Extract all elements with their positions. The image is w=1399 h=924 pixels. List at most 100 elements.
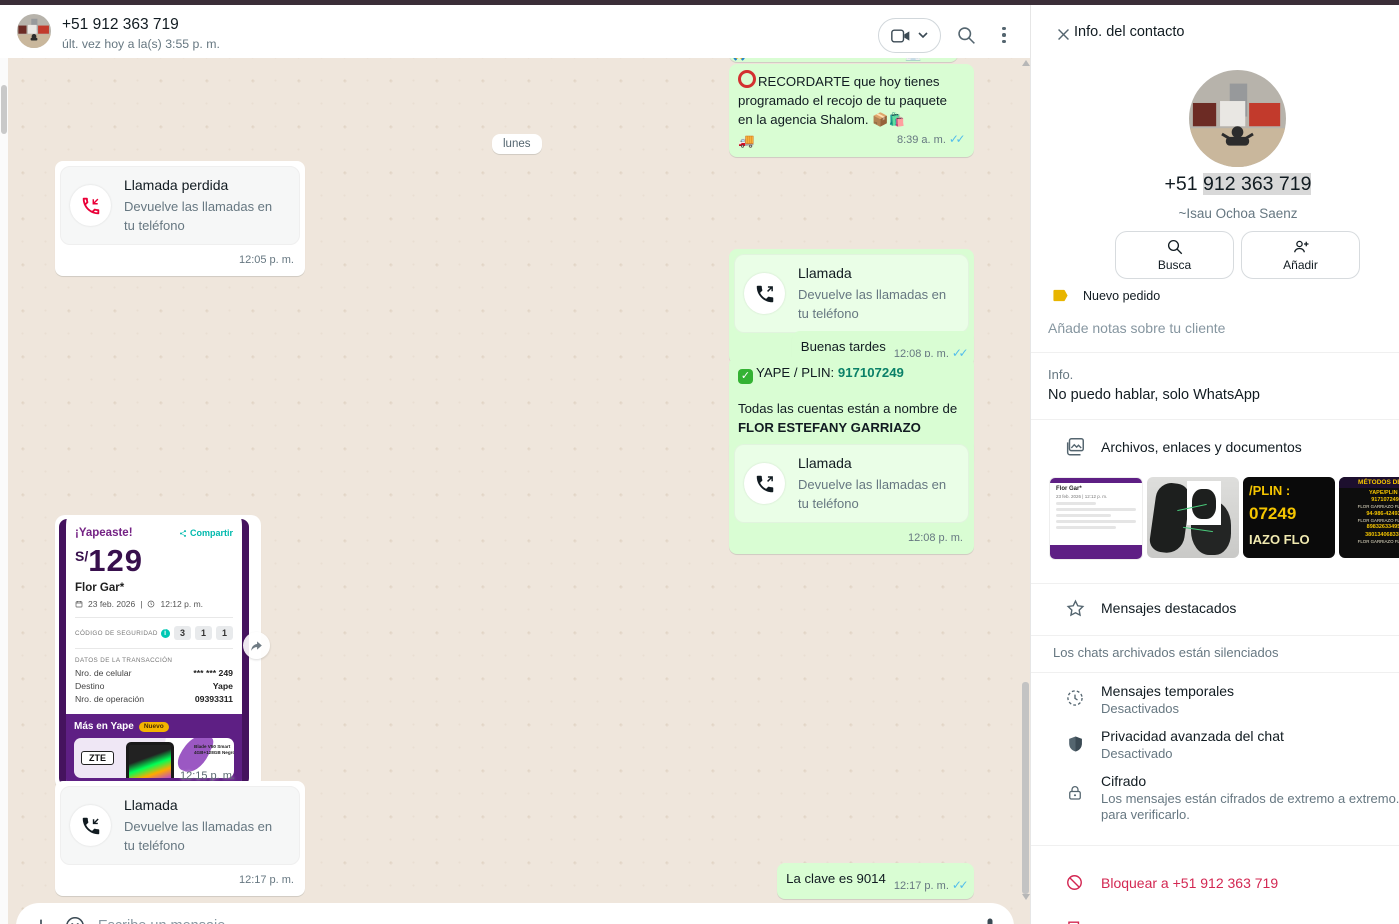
call-title: Llamada xyxy=(124,796,283,815)
yape-date: 23 feb. 2026 xyxy=(88,599,135,609)
share-icon xyxy=(179,529,187,538)
tx-key: Nro. de operación xyxy=(75,694,144,704)
video-call-button[interactable] xyxy=(878,18,941,53)
block-contact-row[interactable]: Bloquear a +51 912 363 719 xyxy=(1101,875,1278,891)
red-circle-emoji xyxy=(738,70,756,88)
call-subtitle: Devuelve las llamadas en tu teléfono xyxy=(124,197,283,235)
phone-selected-text: 912 363 719 xyxy=(1203,173,1311,195)
search-contact-button[interactable]: Busca xyxy=(1115,231,1234,279)
missed-call-icon xyxy=(70,185,111,226)
incoming-call-icon xyxy=(70,805,111,846)
info-heading: Info. xyxy=(1048,367,1073,382)
panel-title: Info. del contacto xyxy=(1074,24,1184,40)
disappearing-messages-icon xyxy=(1063,686,1087,710)
call-title: Llamada xyxy=(798,454,952,473)
zte-logo: ZTE xyxy=(81,751,114,765)
yape-amount: 129 xyxy=(88,543,143,578)
person-add-icon xyxy=(1291,238,1311,256)
outgoing-call-icon xyxy=(744,273,785,314)
disappearing-messages-title[interactable]: Mensajes temporales xyxy=(1101,683,1234,699)
forward-message-button[interactable] xyxy=(243,632,270,659)
thumb-text: 23 feb. 2026 | 12:12 p. m. xyxy=(1056,494,1136,499)
tx-key: Destino xyxy=(75,681,104,691)
message-time: 12:17 p. m. xyxy=(239,874,294,886)
message-time: 12:05 p. m. xyxy=(239,254,294,266)
call-subtitle: Devuelve las llamadas en tu teléfono xyxy=(124,817,283,855)
mic-icon[interactable] xyxy=(980,915,1000,924)
chat-header: +51 912 363 719 últ. vez hoy a la(s) 3:5… xyxy=(0,5,1030,58)
media-section-title[interactable]: Archivos, enlaces y documentos xyxy=(1101,439,1302,455)
security-digit: 3 xyxy=(174,626,191,640)
thumb-text: 94-986-424936 xyxy=(1339,511,1399,517)
media-files-icon xyxy=(1063,435,1087,459)
attach-plus-icon[interactable] xyxy=(30,915,52,924)
message-input-bar: Escribe un mensaje xyxy=(16,903,1014,924)
message-text: La clave es 9014 xyxy=(786,871,886,886)
contact-profile-photo[interactable] xyxy=(1189,70,1286,167)
thumb-text: 3801340683308 xyxy=(1339,532,1399,538)
disappearing-messages-status: Desactivados xyxy=(1101,701,1179,716)
close-icon xyxy=(1055,26,1072,43)
starred-messages-row[interactable]: Mensajes destacados xyxy=(1101,600,1236,616)
chat-contact-status: últ. vez hoy a la(s) 3:55 p. m. xyxy=(62,37,220,51)
package-emoji: 📦🛍️ xyxy=(872,112,905,127)
missed-call-message[interactable]: Llamada perdida Devuelve las llamadas en… xyxy=(55,161,305,276)
message-text: Buenas tardes xyxy=(801,339,886,354)
message-bubble-out[interactable]: RECORDARTE que hoy tienes programado el … xyxy=(729,64,974,157)
plin-number[interactable]: 917107249 xyxy=(838,365,904,380)
media-thumb-payment-methods[interactable]: MÉTODOS DE PA YAPE/PLIN : 917107249 FLOR… xyxy=(1339,477,1399,558)
phone-product-image xyxy=(126,742,174,778)
product-name: Blade V50 Smart 4GB+128GB Negro xyxy=(194,744,234,755)
archived-chats-note: Los chats archivados están silenciados xyxy=(1053,645,1278,660)
advanced-privacy-icon xyxy=(1063,732,1087,756)
thumb-text: FLOR GARRIAZO FLORES xyxy=(1339,504,1399,509)
check-emoji: ✓ xyxy=(738,369,753,384)
call-title: Llamada xyxy=(798,264,952,283)
message-text: RECORDARTE que hoy tienes programado el … xyxy=(738,74,947,127)
phone-prefix: +51 xyxy=(1165,173,1204,195)
thumb-text: MÉTODOS DE PA xyxy=(1339,477,1399,488)
call-message[interactable]: Llamada Devuelve las llamadas en tu telé… xyxy=(55,781,305,896)
scroll-up-arrow[interactable] xyxy=(1022,60,1030,66)
message-text: YAPE / PLIN: xyxy=(756,365,834,380)
thumb-text: IAZO FLO xyxy=(1249,532,1335,547)
message-input[interactable]: Escribe un mensaje xyxy=(98,918,968,924)
chat-menu-button[interactable] xyxy=(992,23,1016,47)
thumb-text: YAPE/PLIN : xyxy=(1339,490,1399,496)
chat-scrollbar-thumb[interactable] xyxy=(1022,682,1029,894)
chatlist-edge xyxy=(0,58,8,924)
close-panel-button[interactable] xyxy=(1051,22,1075,46)
transaction-data-label: DATOS DE LA TRANSACCIÓN xyxy=(75,657,233,664)
call-message[interactable]: Llamada Devuelve las llamadas en tu telé… xyxy=(729,439,974,554)
media-thumb-plin-number[interactable]: /PLIN : 07249 IAZO FLO xyxy=(1243,477,1335,558)
forward-arrow-icon xyxy=(249,639,264,652)
notes-input[interactable]: Añade notas sobre tu cliente xyxy=(1048,320,1225,336)
search-in-chat-button[interactable] xyxy=(954,23,978,47)
yape-receipt-image-message[interactable]: ¡Yapeaste! Compartir S/129 Flor Gar* 23 … xyxy=(55,515,261,790)
calendar-icon xyxy=(75,600,83,608)
thumb-text: FLOR GARRIAZO FLORES xyxy=(1339,539,1399,544)
contact-phone-number[interactable]: +51 912 363 719 xyxy=(1031,173,1399,196)
contact-about-text: No puedo hablar, solo WhatsApp xyxy=(1048,387,1260,403)
security-code-label: CÓDIGO DE SEGURIDAD xyxy=(75,630,158,637)
yape-time: 12:12 p. m. xyxy=(160,599,203,609)
contact-avatar[interactable] xyxy=(17,14,51,48)
add-contact-button[interactable]: Añadir xyxy=(1241,231,1360,279)
label-text: Nuevo pedido xyxy=(1083,289,1160,303)
scroll-down-arrow[interactable] xyxy=(1022,894,1030,900)
encryption-title[interactable]: Cifrado xyxy=(1101,773,1146,789)
tx-value: 09393311 xyxy=(195,694,233,704)
report-icon xyxy=(1063,917,1085,924)
emoji-icon[interactable] xyxy=(64,915,86,924)
advanced-privacy-title[interactable]: Privacidad avanzada del chat xyxy=(1101,728,1284,744)
chat-scrollbar[interactable] xyxy=(1020,58,1030,924)
chatlist-scrollbar-thumb[interactable] xyxy=(1,85,7,134)
search-icon xyxy=(956,25,977,46)
chat-contact-name[interactable]: +51 912 363 719 xyxy=(62,16,179,34)
media-thumb-yape-receipt[interactable]: Flor Gar* 23 feb. 2026 | 12:12 p. m. xyxy=(1049,477,1143,560)
label-row[interactable]: Nuevo pedido xyxy=(1052,288,1160,303)
media-thumb-knee-brace[interactable] xyxy=(1147,477,1239,558)
message-bubble-out[interactable]: La clave es 9014 12:17 p. m.✓✓ xyxy=(777,863,974,899)
video-camera-icon xyxy=(891,28,911,44)
call-subtitle: Devuelve las llamadas en tu teléfono xyxy=(798,475,952,513)
